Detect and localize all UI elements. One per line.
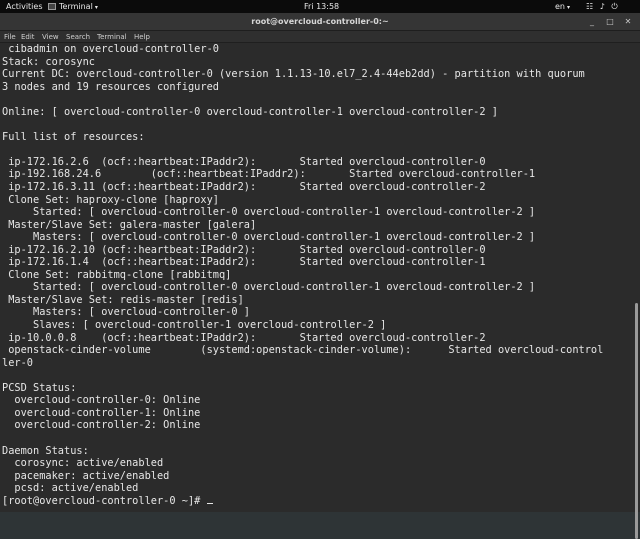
menu-bar: File Edit View Search Terminal Help [0, 31, 640, 43]
terminal-line: Clone Set: rabbitmq-clone [rabbitmq] [2, 268, 232, 281]
terminal-line: 3 nodes and 19 resources configured [2, 80, 219, 93]
app-menu[interactable]: Terminal ▾ [48, 0, 98, 13]
text-cursor [206, 502, 213, 504]
terminal-line: overcloud-controller-1: Online [2, 406, 201, 419]
terminal-line: ler-0 [2, 356, 33, 369]
system-menu-icons[interactable]: ☷ ♪ ⏻ [586, 0, 620, 13]
terminal-line: openstack-cinder-volume (systemd:opensta… [2, 344, 604, 357]
terminal-line: Master/Slave Set: redis-master [redis] [2, 293, 244, 306]
terminal-lines: cibadmin on overcloud-controller-0 Stack:… [0, 43, 633, 507]
menu-search[interactable]: Search [66, 31, 90, 43]
app-menu-label: Terminal [59, 2, 93, 11]
scrollbar[interactable] [633, 43, 640, 539]
language-label: en [555, 2, 565, 11]
menu-help[interactable]: Help [134, 31, 150, 43]
terminal-line: Masters: [ overcloud-controller-0 overcl… [2, 231, 536, 244]
terminal-window: root@overcloud-controller-0:~ _ □ ✕ File… [0, 13, 640, 539]
chevron-down-icon: ▾ [567, 4, 571, 11]
terminal-line: pcsd: active/enabled [2, 482, 139, 495]
menu-edit[interactable]: Edit [21, 31, 35, 43]
window-title: root@overcloud-controller-0:~ [251, 17, 389, 26]
chevron-down-icon: ▾ [94, 4, 98, 11]
scrollbar-thumb[interactable] [635, 303, 638, 539]
terminal-line: Started: [ overcloud-controller-0 overcl… [2, 281, 536, 294]
minimize-icon[interactable]: _ [586, 13, 598, 31]
terminal-line: Daemon Status: [2, 444, 89, 457]
terminal-line: ip-172.16.1.4 (ocf::heartbeat:IPaddr2): … [2, 256, 486, 269]
terminal-line: overcloud-controller-0: Online [2, 394, 201, 407]
menu-file[interactable]: File [4, 31, 16, 43]
terminal-line: Slaves: [ overcloud-controller-1 overclo… [2, 319, 387, 332]
close-icon[interactable]: ✕ [622, 13, 634, 31]
terminal-line: Master/Slave Set: galera-master [galera] [2, 218, 257, 231]
terminal-line: ip-192.168.24.6 (ocf::heartbeat:IPaddr2)… [2, 168, 536, 181]
terminal-line: cibadmin on overcloud-controller-0 [2, 43, 219, 55]
terminal-line: Stack: corosync [2, 55, 95, 68]
shell-prompt: [root@overcloud-controller-0 ~]# [2, 494, 207, 507]
terminal-line: Started: [ overcloud-controller-0 overcl… [2, 206, 536, 219]
terminal-line: ip-172.16.2.6 (ocf::heartbeat:IPaddr2): … [2, 155, 486, 168]
terminal-line: corosync: active/enabled [2, 457, 164, 470]
terminal-line: Masters: [ overcloud-controller-0 ] [2, 306, 250, 319]
terminal-line: PCSD Status: [2, 381, 77, 394]
top-bar: Activities Terminal ▾ Fri 13:58 en ▾ ☷ ♪ ⏻ [0, 0, 640, 13]
terminal-line: Clone Set: haproxy-clone [haproxy] [2, 193, 219, 206]
terminal-line: ip-10.0.0.8 (ocf::heartbeat:IPaddr2): St… [2, 331, 486, 344]
maximize-icon[interactable]: □ [604, 13, 616, 31]
title-bar[interactable]: root@overcloud-controller-0:~ _ □ ✕ [0, 13, 640, 31]
clock[interactable]: Fri 13:58 [304, 0, 339, 13]
terminal-line: ip-172.16.3.11 (ocf::heartbeat:IPaddr2):… [2, 181, 486, 194]
terminal-line: pacemaker: active/enabled [2, 469, 170, 482]
terminal-output[interactable]: cibadmin on overcloud-controller-0 Stack:… [0, 43, 633, 512]
menu-view[interactable]: View [42, 31, 59, 43]
language-indicator[interactable]: en ▾ [555, 0, 570, 13]
terminal-line: Online: [ overcloud-controller-0 overclo… [2, 105, 498, 118]
terminal-icon [48, 3, 56, 10]
terminal-prompt-line[interactable]: [root@overcloud-controller-0 ~]# [2, 495, 633, 508]
terminal-line: Full list of resources: [2, 130, 145, 143]
menu-terminal[interactable]: Terminal [97, 31, 127, 43]
terminal-line: Current DC: overcloud-controller-0 (vers… [2, 68, 585, 81]
terminal-line: ip-172.16.2.10 (ocf::heartbeat:IPaddr2):… [2, 243, 486, 256]
activities-button[interactable]: Activities [6, 0, 43, 13]
terminal-line: overcloud-controller-2: Online [2, 419, 201, 432]
